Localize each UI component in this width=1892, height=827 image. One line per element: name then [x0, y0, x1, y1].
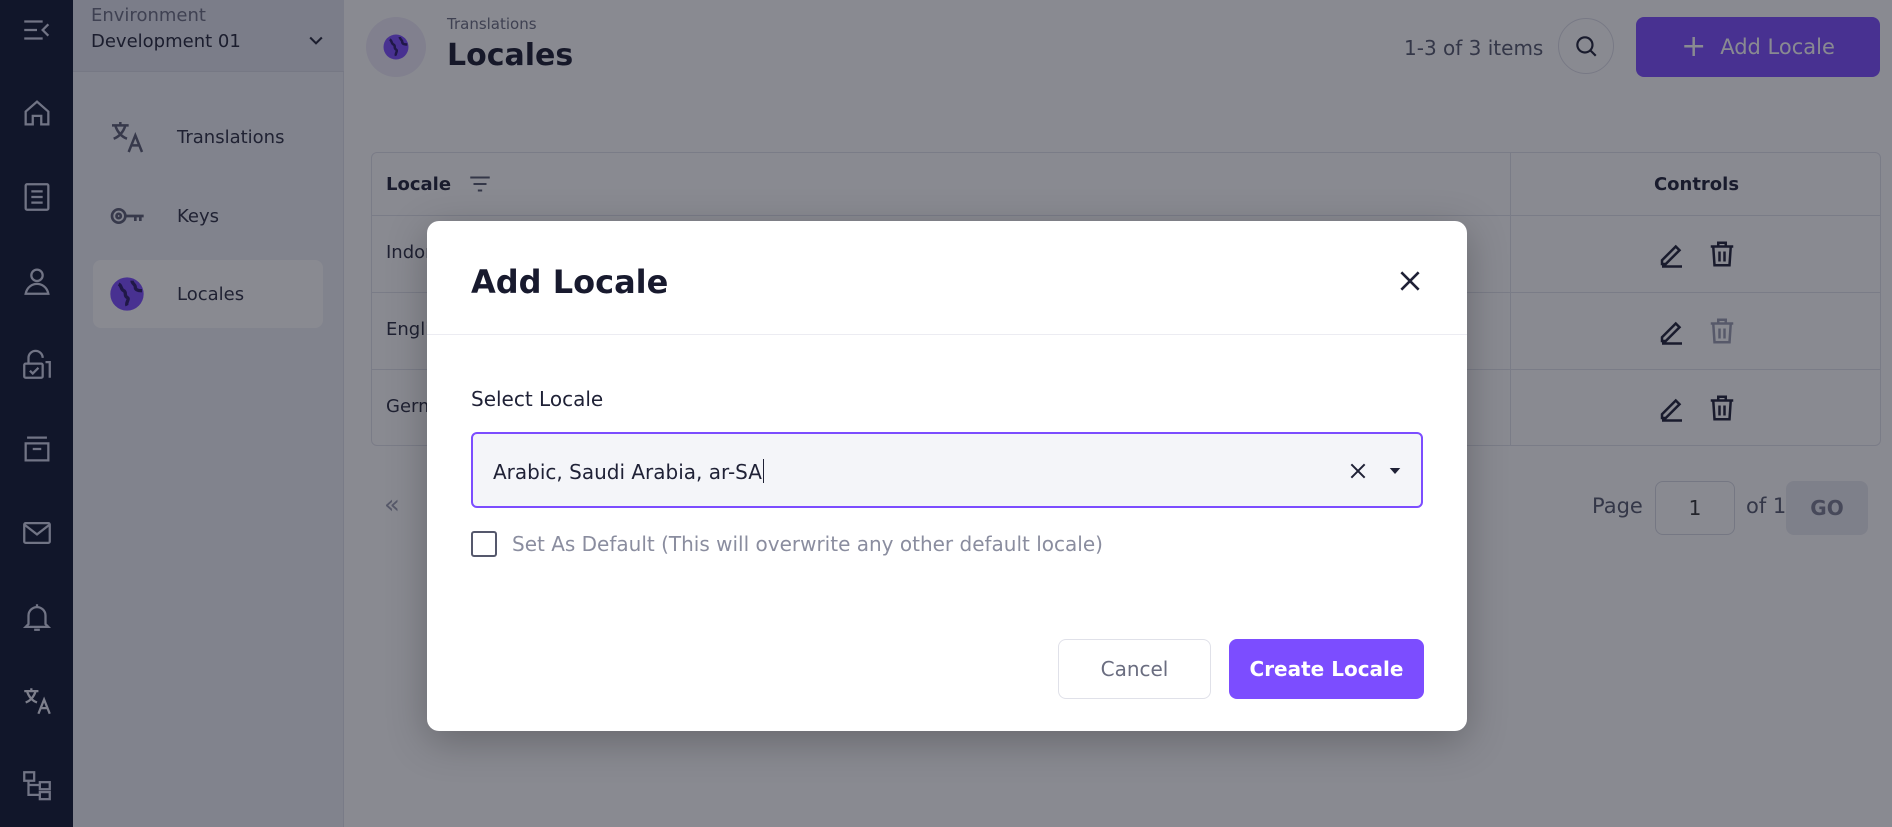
- dialog-divider: [427, 334, 1467, 335]
- text-cursor: [762, 459, 764, 483]
- add-locale-dialog: Add Locale Select Locale Arabic, Saudi A…: [427, 221, 1467, 731]
- set-default-label[interactable]: Set As Default (This will overwrite any …: [512, 532, 1103, 556]
- cancel-button[interactable]: Cancel: [1058, 639, 1211, 699]
- caret-down-icon: [1389, 468, 1401, 474]
- dropdown-toggle[interactable]: [1380, 456, 1410, 486]
- clear-selection-button[interactable]: [1343, 456, 1373, 486]
- close-icon: [1400, 271, 1420, 291]
- locale-select-value[interactable]: Arabic, Saudi Arabia, ar-SA: [493, 459, 764, 484]
- create-locale-button[interactable]: Create Locale: [1229, 639, 1424, 699]
- set-default-checkbox[interactable]: [471, 531, 497, 557]
- select-locale-label: Select Locale: [471, 387, 604, 411]
- dialog-title: Add Locale: [471, 263, 669, 301]
- close-icon: [1350, 463, 1366, 479]
- close-button[interactable]: [1392, 263, 1428, 299]
- locale-select[interactable]: Arabic, Saudi Arabia, ar-SA: [471, 432, 1423, 508]
